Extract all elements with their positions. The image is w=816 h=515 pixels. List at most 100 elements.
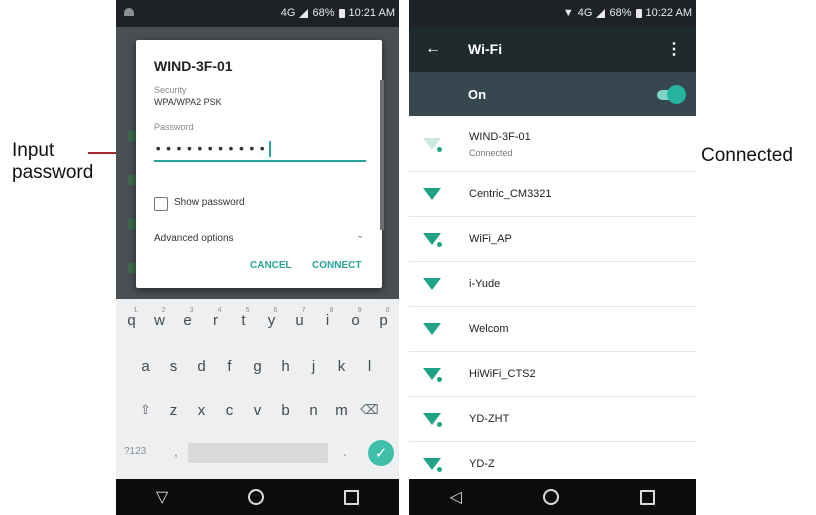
done-check-icon[interactable]: ✓ (368, 440, 394, 466)
key-k[interactable]: k (328, 351, 356, 381)
password-label: Password (154, 122, 194, 132)
security-label: Security (154, 85, 187, 95)
recents-nav-icon[interactable] (640, 489, 656, 505)
overflow-menu-icon[interactable]: ⋮ (666, 39, 682, 59)
key-p[interactable]: p0 (370, 305, 398, 335)
key-f[interactable]: f (216, 351, 244, 381)
network-item[interactable]: Welcom (409, 307, 696, 352)
key-u[interactable]: u7 (286, 305, 314, 335)
key-g[interactable]: g (244, 351, 272, 381)
lock-icon (437, 147, 442, 152)
backspace-key-icon[interactable]: ⌫ (356, 395, 384, 425)
key-r[interactable]: r4 (202, 305, 230, 335)
key-label: u (295, 311, 304, 329)
phone-left-screen: 4G 68% 10:21 AM WIND-3F-01 Security WPA/… (116, 0, 399, 515)
network-item[interactable]: WIND-3F-01 Connected (409, 116, 696, 172)
network-name: WiFi_AP (469, 233, 512, 245)
key-b[interactable]: b (272, 395, 300, 425)
network-item[interactable]: WiFi_AP (409, 217, 696, 262)
network-item[interactable]: HiWiFi_CTS2 (409, 352, 696, 397)
show-password-label[interactable]: Show password (174, 197, 245, 208)
key-e[interactable]: e3 (174, 305, 202, 335)
key-v[interactable]: v (244, 395, 272, 425)
wifi-signal-icon (423, 278, 441, 290)
back-arrow-icon[interactable]: ← (425, 40, 441, 58)
period-key[interactable]: . (343, 443, 347, 459)
network-type: 4G (577, 7, 593, 19)
shift-key-icon[interactable]: ⇧ (132, 395, 160, 425)
network-name: WIND-3F-01 (469, 131, 531, 143)
network-name: Centric_CM3321 (469, 188, 552, 200)
key-q[interactable]: q1 (118, 305, 146, 335)
network-status: Connected (469, 148, 513, 158)
recents-nav-icon[interactable] (344, 489, 360, 505)
network-item[interactable]: Centric_CM3321 (409, 172, 696, 217)
lock-icon (437, 242, 442, 247)
key-hint: 9 (357, 307, 362, 314)
key-w[interactable]: w2 (146, 305, 174, 335)
lock-icon (437, 422, 442, 427)
phone-right-screen: ▼ 4G 68% 10:22 AM ← Wi-Fi ⋮ On WIND-3F-0… (409, 0, 696, 515)
key-j[interactable]: j (300, 351, 328, 381)
space-bar[interactable] (188, 443, 328, 463)
cancel-button[interactable]: CANCEL (250, 260, 292, 271)
annotation-connected: Connected (701, 145, 793, 166)
key-hint: 4 (217, 307, 222, 314)
clock: 10:22 AM (645, 7, 692, 19)
keyboard-row-3: ⇧ z x c v b n m ⌫ (116, 395, 399, 425)
chevron-down-icon[interactable]: ⌄ (356, 230, 364, 241)
password-value: ••••••••••• (154, 142, 269, 158)
key-hint: 8 (329, 307, 334, 314)
network-type: 4G (280, 7, 296, 19)
back-nav-icon[interactable]: ▽ (156, 487, 168, 507)
key-x[interactable]: x (188, 395, 216, 425)
key-hint: 3 (189, 307, 194, 314)
key-h[interactable]: h (272, 351, 300, 381)
advanced-options[interactable]: Advanced options (154, 233, 234, 244)
key-n[interactable]: n (300, 395, 328, 425)
battery-percent: 68% (609, 7, 632, 19)
key-label: t (241, 311, 246, 329)
comma-key[interactable]: , (174, 443, 178, 459)
clock: 10:21 AM (348, 7, 395, 19)
network-name: YD-ZHT (469, 413, 510, 425)
home-nav-icon[interactable] (543, 489, 560, 505)
network-name: Welcom (469, 323, 509, 335)
show-password-checkbox[interactable] (154, 197, 168, 211)
keyboard-row-1: q1 w2 e3 r4 t5 y6 u7 i8 o9 p0 (116, 305, 399, 335)
wifi-password-dialog: WIND-3F-01 Security WPA/WPA2 PSK Passwor… (136, 40, 382, 288)
key-y[interactable]: y6 (258, 305, 286, 335)
key-label: i (325, 311, 330, 329)
annotation-line-2: password (12, 162, 94, 183)
signal-icon (596, 8, 606, 18)
app-bar: ← Wi-Fi ⋮ (409, 27, 696, 72)
key-o[interactable]: o9 (342, 305, 370, 335)
security-value: WPA/WPA2 PSK (154, 97, 222, 107)
key-a[interactable]: a (132, 351, 160, 381)
symbols-key[interactable]: ?123 (124, 446, 146, 457)
battery-percent: 68% (312, 7, 335, 19)
key-z[interactable]: z (160, 395, 188, 425)
toggle-switch[interactable] (667, 85, 686, 104)
wifi-signal-icon (423, 323, 441, 335)
key-t[interactable]: t5 (230, 305, 258, 335)
key-hint: 2 (161, 307, 166, 314)
wifi-toggle-row[interactable]: On (409, 72, 696, 116)
connect-button[interactable]: CONNECT (312, 260, 361, 271)
key-d[interactable]: d (188, 351, 216, 381)
password-input[interactable]: ••••••••••• (154, 140, 366, 162)
key-l[interactable]: l (356, 351, 384, 381)
network-item[interactable]: YD-ZHT (409, 397, 696, 442)
annotation-line-1: Input (12, 140, 55, 161)
key-i[interactable]: i8 (314, 305, 342, 335)
key-hint: 0 (385, 307, 390, 314)
key-s[interactable]: s (160, 351, 188, 381)
network-item[interactable]: i-Yude (409, 262, 696, 307)
key-m[interactable]: m (328, 395, 356, 425)
key-c[interactable]: c (216, 395, 244, 425)
back-nav-icon[interactable]: ◁ (450, 487, 462, 507)
key-label: y (267, 311, 276, 329)
home-nav-icon[interactable] (248, 489, 265, 505)
key-hint: 6 (273, 307, 278, 314)
wifi-status-icon (124, 8, 134, 16)
